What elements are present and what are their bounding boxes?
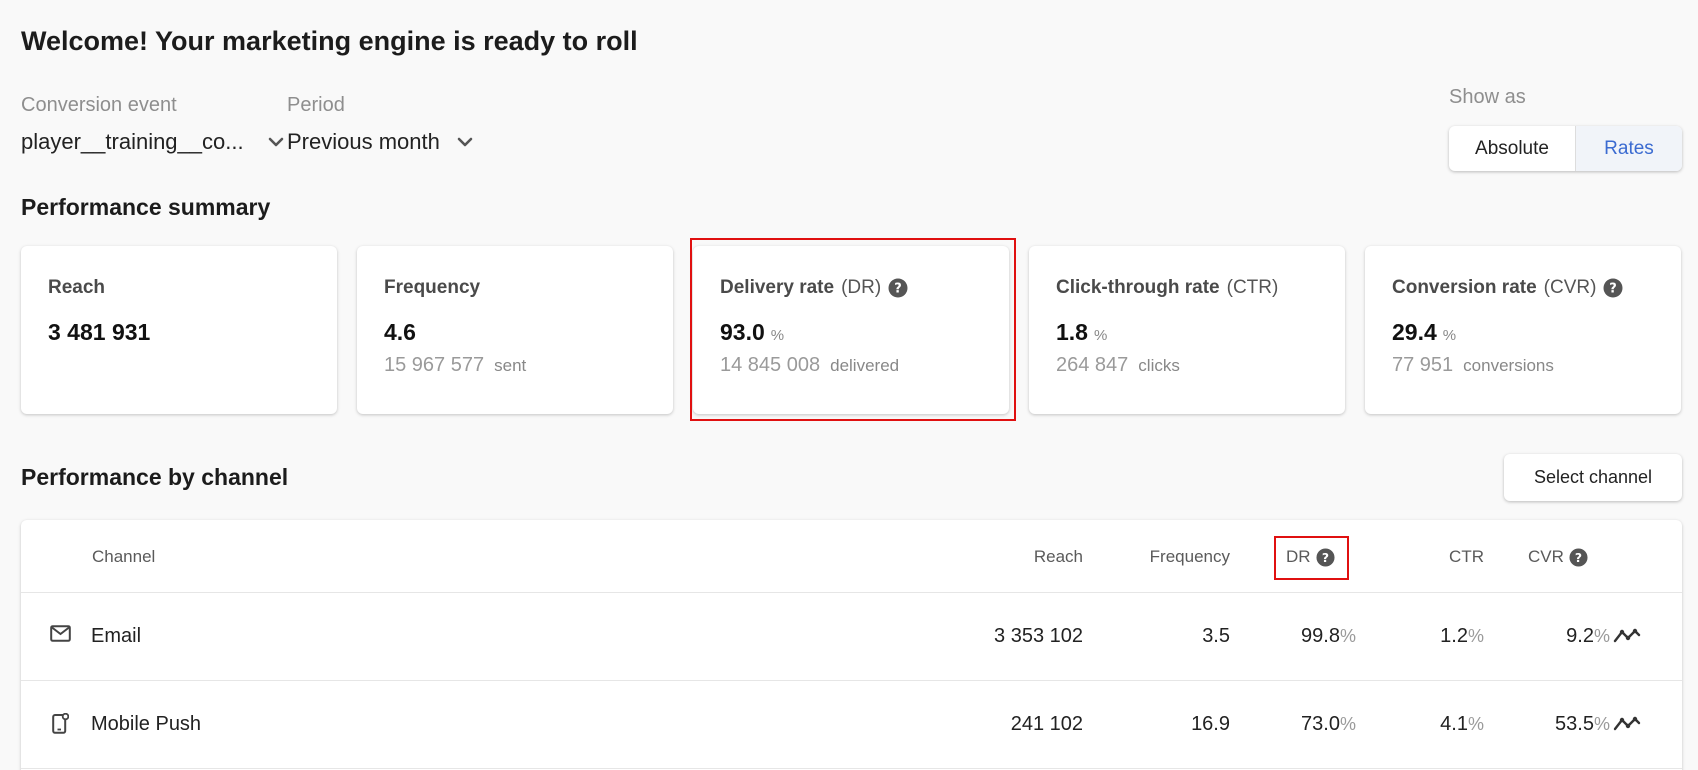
cvr-value-cell: 53.5% [1484, 713, 1610, 736]
column-header-reach[interactable]: Reach [951, 547, 1083, 567]
click-through-rate-card: Click-through rate (CTR) 1.8 % 264 847 c… [1029, 246, 1345, 414]
column-header-channel[interactable]: Channel [92, 547, 155, 567]
card-title: Click-through rate [1056, 277, 1220, 298]
conversion-event-filter[interactable]: Conversion event player__training__co... [21, 94, 284, 155]
ctr-value: 1.2 [1440, 625, 1468, 647]
help-icon[interactable]: ? [1316, 547, 1335, 567]
cvr-value-cell: 9.2% [1484, 625, 1610, 648]
column-header-cvr[interactable]: CVR ? [1528, 547, 1588, 567]
card-title: Reach [48, 277, 106, 298]
percent-sign: % [1593, 626, 1610, 646]
table-row-mobile-push[interactable]: Mobile Push 241 102 16.9 73.0% 4.1% 53.5… [21, 680, 1682, 768]
card-abbr: (CVR) [1543, 277, 1597, 298]
card-sub-label: sent [494, 356, 527, 375]
card-title: Conversion rate [1392, 277, 1537, 298]
card-unit: % [1093, 327, 1108, 344]
column-header-cvr-label: CVR [1528, 547, 1564, 566]
percent-sign: % [1593, 714, 1610, 734]
conversion-event-select[interactable]: player__training__co... [21, 129, 284, 155]
chevron-down-icon [268, 137, 284, 147]
percent-sign: % [1339, 626, 1356, 646]
card-sub-label: conversions [1463, 356, 1554, 375]
page-title: Welcome! Your marketing engine is ready … [21, 26, 638, 56]
help-icon[interactable]: ? [1603, 278, 1623, 298]
card-unit: % [770, 327, 785, 344]
performance-summary-title: Performance summary [21, 194, 271, 220]
period-select[interactable]: Previous month [287, 129, 473, 155]
channel-table: Channel Reach Frequency DR ? CTR CVR ? E… [21, 520, 1682, 770]
page: Welcome! Your marketing engine is ready … [0, 0, 1698, 770]
percent-sign: % [1467, 626, 1484, 646]
table-row-email[interactable]: Email 3 353 102 3.5 99.8% 1.2% 9.2% [21, 592, 1682, 680]
ctr-value-cell: 1.2% [1356, 625, 1484, 648]
percent-sign: % [1339, 714, 1356, 734]
period-filter[interactable]: Period Previous month [287, 94, 473, 155]
card-sub-value: 15 967 577 [384, 354, 485, 376]
column-header-dr-label: DR [1286, 547, 1311, 566]
frequency-value: 16.9 [1191, 713, 1230, 735]
card-value: 1.8 [1056, 319, 1088, 345]
mobile-push-icon [52, 712, 70, 739]
conversion-event-value: player__training__co... [21, 129, 244, 154]
help-icon[interactable]: ? [1569, 547, 1588, 567]
email-icon [50, 625, 71, 647]
rates-toggle-button[interactable]: Rates [1576, 126, 1682, 171]
period-value: Previous month [287, 129, 440, 154]
dr-value: 99.8 [1301, 625, 1340, 647]
absolute-toggle-button[interactable]: Absolute [1449, 126, 1576, 171]
card-title: Delivery rate [720, 277, 835, 298]
show-as-label: Show as [1449, 86, 1526, 108]
card-sub-value: 264 847 [1056, 354, 1129, 376]
card-value: 93.0 [720, 319, 765, 345]
ctr-value-cell: 4.1% [1356, 713, 1484, 736]
cvr-value: 53.5 [1555, 713, 1594, 735]
card-value: 3 481 931 [48, 319, 151, 345]
period-label: Period [287, 94, 345, 116]
card-title: Frequency [384, 277, 481, 298]
select-channel-button[interactable]: Select channel [1504, 454, 1682, 501]
dr-value: 73.0 [1301, 713, 1340, 735]
conversion-event-label: Conversion event [21, 94, 177, 116]
column-header-dr[interactable]: DR ? [1286, 547, 1335, 567]
svg-text:?: ? [894, 282, 902, 297]
card-abbr: (DR) [841, 277, 882, 298]
trend-chart-icon[interactable] [1613, 627, 1641, 649]
card-unit: % [1442, 327, 1457, 344]
dr-value-cell: 99.8% [1230, 625, 1356, 648]
help-icon[interactable]: ? [888, 278, 908, 298]
reach-value: 3 353 102 [994, 625, 1083, 647]
card-abbr: (CTR) [1226, 277, 1279, 298]
card-value: 29.4 [1392, 319, 1437, 345]
channel-name: Email [91, 625, 142, 647]
svg-text:?: ? [1610, 282, 1618, 297]
delivery-rate-card: Delivery rate (DR) ? 93.0 % 14 845 008 d… [693, 246, 1009, 414]
svg-text:?: ? [1321, 550, 1328, 564]
frequency-card: Frequency 4.6 15 967 577 sent [357, 246, 673, 414]
conversion-rate-card: Conversion rate (CVR) ? 29.4 % 77 951 co… [1365, 246, 1681, 414]
show-as-toggle: Absolute Rates [1449, 126, 1682, 171]
card-sub-value: 77 951 [1392, 354, 1454, 376]
frequency-value: 3.5 [1202, 625, 1230, 647]
column-header-ctr[interactable]: CTR [1401, 547, 1484, 567]
reach-value: 241 102 [1010, 713, 1083, 735]
performance-by-channel-title: Performance by channel [21, 464, 289, 490]
trend-chart-icon[interactable] [1613, 715, 1641, 737]
percent-sign: % [1467, 714, 1484, 734]
card-sub-value: 14 845 008 [720, 354, 821, 376]
chevron-down-icon [457, 137, 473, 147]
svg-text:?: ? [1575, 550, 1582, 564]
ctr-value: 4.1 [1440, 713, 1468, 735]
channel-name: Mobile Push [91, 713, 202, 735]
column-header-frequency[interactable]: Frequency [1083, 547, 1230, 567]
dr-value-cell: 73.0% [1230, 713, 1356, 736]
reach-card: Reach 3 481 931 [21, 246, 337, 414]
card-value: 4.6 [384, 319, 416, 345]
cvr-value: 9.2 [1566, 625, 1594, 647]
card-sub-label: clicks [1138, 356, 1180, 375]
card-sub-label: delivered [830, 356, 900, 375]
